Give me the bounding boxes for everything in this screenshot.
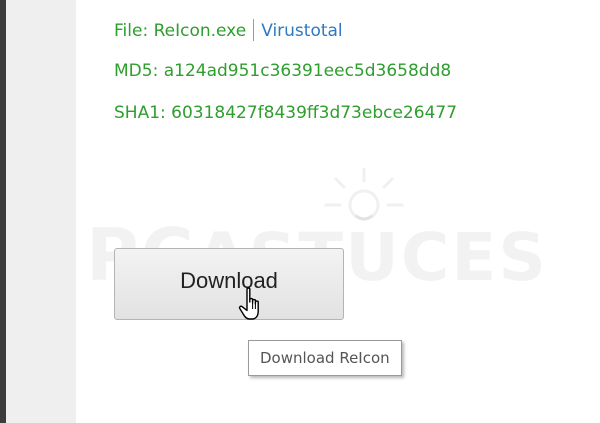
page-side-gutter: [6, 0, 76, 423]
separator-bar: [253, 19, 255, 41]
tooltip: Download ReIcon: [248, 340, 402, 376]
file-info-line: File: ReIcon.exe Virustotal: [114, 19, 343, 41]
sun-icon: [324, 167, 404, 221]
md5-hash-line: MD5: a124ad951c36391eec5d3658dd8: [114, 61, 452, 81]
browser-page: File: ReIcon.exe Virustotal MD5: a124ad95…: [0, 0, 600, 423]
hand-pointer-cursor-icon: [238, 287, 259, 320]
download-button[interactable]: Download: [114, 248, 344, 320]
sha1-hash-line: SHA1: 60318427f8439ff3d73ebce26477: [114, 103, 458, 123]
content-area: File: ReIcon.exe Virustotal MD5: a124ad95…: [76, 0, 600, 423]
virustotal-link[interactable]: Virustotal: [261, 21, 342, 41]
file-name-label: File: ReIcon.exe: [114, 21, 247, 41]
